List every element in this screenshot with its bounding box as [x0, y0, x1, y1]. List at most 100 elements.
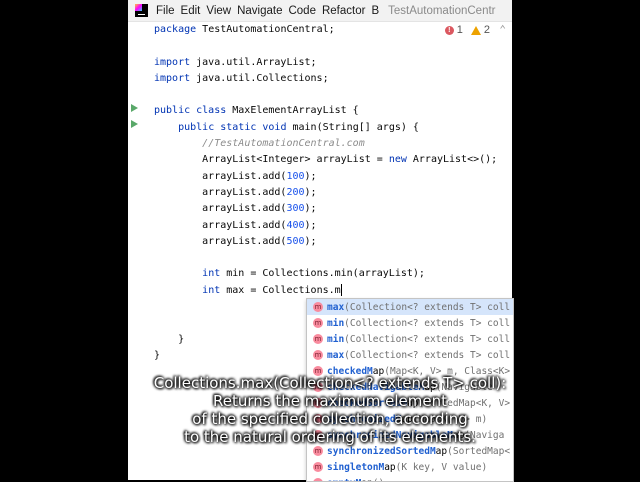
caption-line: Collections.max(Collection<? extends T> …: [135, 374, 525, 392]
completion-item[interactable]: mmin(Collection<? extends T> coll: [307, 315, 513, 331]
code-token: ArrayList<>();: [407, 154, 497, 165]
run-icon[interactable]: [131, 120, 138, 128]
code-line: arrayList.add(400);: [154, 218, 497, 234]
code-token: ArrayList<Integer> arrayList =: [154, 154, 389, 165]
menu-refactor[interactable]: Refactor: [322, 5, 365, 17]
method-icon: m: [313, 462, 323, 472]
code-token: [154, 122, 178, 133]
code-token: [154, 138, 202, 149]
code-line: public static void main(String[] args) {: [154, 120, 497, 136]
code-token: [154, 268, 202, 279]
code-token: main(String[] args) {: [286, 122, 418, 133]
code-line: public class MaxElementArrayList {: [154, 103, 497, 119]
method-icon: m: [313, 318, 323, 328]
completion-item[interactable]: msingletonMap(K key, V value): [307, 459, 513, 475]
code-token: 200: [286, 187, 304, 198]
method-icon: m: [313, 350, 323, 360]
method-icon: m: [313, 302, 323, 312]
code-line: int max = Collections.m: [154, 283, 497, 299]
code-token: int: [202, 268, 220, 279]
caption-line: Returns the maximum element: [135, 392, 525, 410]
completion-signature: (SortedMap<: [447, 446, 510, 457]
code-token: arrayList.add(: [154, 171, 286, 182]
code-token: int: [202, 285, 220, 296]
code-line: arrayList.add(500);: [154, 234, 497, 250]
code-token: package: [154, 24, 196, 35]
code-token: 400: [286, 220, 304, 231]
completion-name-match: min: [327, 334, 344, 345]
code-line: arrayList.add(200);: [154, 185, 497, 201]
code-line: arrayList.add(100);: [154, 169, 497, 185]
menu-build[interactable]: B: [371, 5, 379, 17]
completion-item[interactable]: mmax(Collection<? extends T> coll: [307, 347, 513, 363]
run-class-gutter[interactable]: [128, 104, 150, 120]
menu-bar: File Edit View Navigate Code Refactor B …: [128, 0, 512, 22]
run-icon[interactable]: [131, 104, 138, 112]
code-line: import java.util.Collections;: [154, 71, 497, 87]
code-token: public static void: [178, 122, 286, 133]
chevron-up-icon[interactable]: ⌃: [499, 23, 506, 36]
code-token: 300: [286, 203, 304, 214]
method-icon: m: [313, 478, 323, 482]
video-caption: Collections.max(Collection<? extends T> …: [135, 374, 525, 446]
method-icon: m: [313, 334, 323, 344]
completion-name-rest: ap: [384, 462, 395, 473]
code-token: new: [389, 154, 407, 165]
intellij-logo-icon: [135, 4, 148, 17]
code-token: java.util.ArrayList;: [190, 57, 316, 68]
code-token: MaxElementArrayList {: [226, 105, 358, 116]
completion-item[interactable]: mmax(Collection<? extends T> coll: [307, 299, 513, 315]
code-token: public class: [154, 105, 226, 116]
menu-view[interactable]: View: [206, 5, 231, 17]
caption-line: of the specified collection, according: [135, 410, 525, 428]
menu-edit[interactable]: Edit: [181, 5, 201, 17]
code-token: );: [305, 203, 317, 214]
completion-name-match: synchronizedSortedM: [327, 446, 436, 457]
code-token: );: [305, 187, 317, 198]
code-token: [154, 285, 202, 296]
completion-signature: (K key, V value): [396, 462, 488, 473]
code-line: [154, 250, 497, 266]
completion-signature: (Collection<? extends T> coll: [344, 350, 510, 361]
menu-code[interactable]: Code: [288, 5, 316, 17]
code-token: arrayList.add(: [154, 236, 286, 247]
code-token: }: [154, 334, 184, 345]
code-token: }: [154, 350, 160, 361]
completion-item[interactable]: mmin(Collection<? extends T> coll: [307, 331, 513, 347]
menu-navigate[interactable]: Navigate: [237, 5, 282, 17]
completion-item[interactable]: memptyMap(): [307, 475, 513, 482]
caption-line: to the natural ordering of its elements.: [135, 428, 525, 446]
code-token: max = Collections.m: [220, 285, 340, 296]
code-token: arrayList.add(: [154, 203, 286, 214]
completion-signature: (Collection<? extends T> coll: [344, 334, 510, 345]
completion-name-match: max: [327, 302, 344, 313]
code-token: arrayList.add(: [154, 220, 286, 231]
text-caret: [341, 284, 342, 296]
completion-signature: (Collection<? extends T> coll: [344, 318, 510, 329]
code-token: TestAutomationCentral;: [196, 24, 334, 35]
run-main-gutter[interactable]: [128, 120, 150, 136]
code-token: import: [154, 57, 190, 68]
completion-name-match: max: [327, 350, 344, 361]
code-line: arrayList.add(300);: [154, 201, 497, 217]
code-line: int min = Collections.min(arrayList);: [154, 266, 497, 282]
code-token: );: [305, 220, 317, 231]
method-icon: m: [313, 446, 323, 456]
code-line: [154, 87, 497, 103]
completion-name-match: min: [327, 318, 344, 329]
code-token: );: [305, 171, 317, 182]
code-line: ArrayList<Integer> arrayList = new Array…: [154, 152, 497, 168]
code-line: [154, 38, 497, 54]
code-token: );: [305, 236, 317, 247]
code-token: 500: [286, 236, 304, 247]
code-token: min = Collections.min(arrayList);: [220, 268, 425, 279]
code-line: package TestAutomationCentral;: [154, 22, 497, 38]
code-line: import java.util.ArrayList;: [154, 55, 497, 71]
menu-file[interactable]: File: [156, 5, 175, 17]
code-token: java.util.Collections;: [190, 73, 328, 84]
code-token: import: [154, 73, 190, 84]
code-token: arrayList.add(: [154, 187, 286, 198]
code-token: 100: [286, 171, 304, 182]
code-line: //TestAutomationCentral.com: [154, 136, 497, 152]
code-token: //TestAutomationCentral.com: [202, 138, 365, 149]
